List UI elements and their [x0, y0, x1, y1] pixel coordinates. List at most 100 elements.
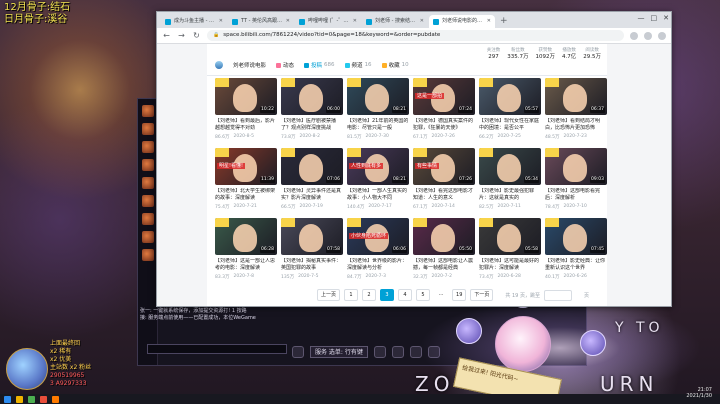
- video-card[interactable]: 这是一部拍 07:24 【刘老师】德国真实案件的犯罪，《狂暴的天使》 67.1万 202…: [413, 78, 475, 148]
- video-title[interactable]: 【刘老师】这部电影让人震撼，每一帧都是经典: [413, 258, 475, 272]
- close-window-icon[interactable]: ✕: [663, 14, 669, 22]
- video-thumbnail[interactable]: 有些事情 07:26: [413, 148, 475, 185]
- close-tab-icon[interactable]: ✕: [353, 15, 357, 28]
- menu-icon[interactable]: [658, 31, 666, 40]
- champion-slot-icon[interactable]: [142, 105, 154, 117]
- game-launcher-icon[interactable]: [40, 395, 47, 403]
- video-card[interactable]: 05:57 【刘老师】现代女性在家庭中的困境：是否公平 66.2万 2020-7-25: [479, 78, 541, 148]
- browser-tab[interactable]: 刘老师 - 搜索结果 - 哔哩哔哩... ✕: [362, 15, 428, 28]
- video-title[interactable]: 【刘老师】21年前的英国的电影：尽管只是一般: [347, 118, 409, 132]
- video-thumbnail[interactable]: 小伙身陷死循环 06:06: [347, 218, 409, 255]
- video-card[interactable]: 10:22 【刘老师】看到最后，影片越想越觉得不对劲 86.6万 2020-8-5: [215, 78, 277, 148]
- video-card[interactable]: 06:28 【刘老师】这是一部让人思考的电影：深度解读 83.3万 2020-7-8: [215, 218, 277, 288]
- page-button[interactable]: 2: [362, 289, 377, 301]
- close-tab-icon[interactable]: ✕: [286, 15, 290, 28]
- owner-name[interactable]: 刘老师说电影: [233, 61, 266, 69]
- video-card[interactable]: 05:50 【刘老师】这部电影让人震撼，每一帧都是经典 32.3万 2020-7-2: [413, 218, 475, 288]
- video-thumbnail[interactable]: 这是一部拍 07:24: [413, 78, 475, 115]
- douyu-icon[interactable]: [52, 395, 59, 403]
- game-chat-input[interactable]: [147, 344, 287, 354]
- new-tab-button[interactable]: +: [496, 15, 512, 28]
- video-card[interactable]: 07:45 【刘老师】影史经典：让你重新认识这个世界 40.1万 2020-6-26: [545, 218, 607, 288]
- video-thumbnail[interactable]: 05:50: [413, 218, 475, 255]
- video-card[interactable]: 明星!看懂! 11:39 【刘老师】北大学生被绑架的故事：深度解读 75.4万 2020…: [215, 148, 277, 218]
- reload-button[interactable]: ↻: [192, 31, 201, 40]
- page-button[interactable]: 4: [398, 289, 413, 301]
- video-thumbnail[interactable]: 明星!看懂! 11:39: [215, 148, 277, 185]
- start-icon[interactable]: [4, 395, 11, 403]
- champion-slot-icon[interactable]: [142, 159, 154, 171]
- edit-icon[interactable]: [292, 346, 304, 358]
- nav-favorites[interactable]: 收藏 10: [381, 61, 409, 69]
- video-thumbnail[interactable]: 05:58: [479, 218, 541, 255]
- video-title[interactable]: 【刘老师】一部人生真实的故事：小人物大不同: [347, 188, 409, 202]
- video-thumbnail[interactable]: 05:57: [479, 78, 541, 115]
- video-thumbnail[interactable]: 06:28: [215, 218, 277, 255]
- video-card[interactable]: 人性到底有多 08:21 【刘老师】一部人生真实的故事：小人物大不同 140.4万 20…: [347, 148, 409, 218]
- video-title[interactable]: 【刘老师】德国真实案件的犯罪，《狂暴的天使》: [413, 118, 475, 132]
- explorer-icon[interactable]: [16, 395, 23, 403]
- browser-tab-active[interactable]: 刘老师说电影的个人空间 - 哔哩... ✕: [429, 15, 495, 28]
- champion-slot-icon[interactable]: [142, 177, 154, 189]
- video-title[interactable]: 【刘老师】这可能是最好的犯罪片：深度解读: [479, 258, 541, 272]
- video-card[interactable]: 06:00 【刘老师】医疗剧被禁播了？观点别样深度挑战 73.8万 2020-8-2: [281, 78, 343, 148]
- video-card[interactable]: 08:21 【刘老师】21年前的英国的电影：尽管只是一般 81.5万 2020-7-3…: [347, 78, 409, 148]
- ready-button[interactable]: [391, 346, 404, 358]
- fire-icon[interactable]: [373, 346, 386, 358]
- nav-dynamic[interactable]: 动态: [276, 61, 294, 69]
- video-card[interactable]: 06:37 【刘老师】看到结局才明白，比恐怖片更加恐怖 48.5万 2020-7-23: [545, 78, 607, 148]
- video-title[interactable]: 【刘老师】这是一部让人思考的电影：深度解读: [215, 258, 277, 272]
- video-thumbnail[interactable]: 08:21: [347, 78, 409, 115]
- video-card[interactable]: 小伙身陷死循环 06:06 【刘老师】世界级的影片：深度解读与分析 84.7万 2020…: [347, 218, 409, 288]
- page-button[interactable]: 1: [344, 289, 359, 301]
- video-card[interactable]: 07:06 【刘老师】灵异事件还是真实？影片深度解读 66.5万 2020-7-19: [281, 148, 343, 218]
- chrome-icon[interactable]: [28, 395, 35, 403]
- champion-slot-icon[interactable]: [142, 195, 154, 207]
- video-title[interactable]: 【刘老师】医疗剧被禁播了？观点别样深度挑战: [281, 118, 343, 132]
- video-title[interactable]: 【刘老师】影史经典：让你重新认识这个世界: [545, 258, 607, 272]
- video-title[interactable]: 【刘老师】北大学生被绑架的故事：深度解读: [215, 188, 277, 202]
- nav-channels[interactable]: 频道 16: [344, 61, 372, 69]
- video-thumbnail[interactable]: 06:00: [281, 78, 343, 115]
- video-card[interactable]: 05:58 【刘老师】这可能是最好的犯罪片：深度解读 73.4万 2020-6-28: [479, 218, 541, 288]
- champion-slot-icon[interactable]: [142, 213, 154, 225]
- page-button[interactable]: 5: [416, 289, 431, 301]
- forward-button[interactable]: →: [177, 31, 186, 40]
- close-tab-icon[interactable]: ✕: [219, 15, 223, 28]
- profile-icon[interactable]: [644, 31, 652, 40]
- nav-videos[interactable]: 投稿 686: [304, 61, 335, 69]
- video-thumbnail[interactable]: 人性到底有多 08:21: [347, 148, 409, 185]
- video-title[interactable]: 【刘老师】这部电影看完后：深度解析: [545, 188, 607, 202]
- video-thumbnail[interactable]: 07:06: [281, 148, 343, 185]
- browser-tab[interactable]: 哔哩哔哩 (゜-゜)つロ 干杯~-bi... ✕: [295, 15, 361, 28]
- browser-tab[interactable]: TT - 英伦风高跟_按增新星图... ✕: [228, 15, 294, 28]
- owner-avatar[interactable]: [215, 61, 223, 69]
- champion-slot-icon[interactable]: [142, 141, 154, 153]
- back-button[interactable]: ←: [162, 31, 171, 40]
- page-button-current[interactable]: 3: [380, 289, 395, 301]
- video-title[interactable]: 【刘老师】影史最强犯罪片：这就是真实的: [479, 188, 541, 202]
- video-title[interactable]: 【刘老师】看到结局才明白，比恐怖片更加恐怖: [545, 118, 607, 132]
- video-thumbnail[interactable]: 07:58: [281, 218, 343, 255]
- browser-tab[interactable]: 成为斗鱼主播 - 斗鱼 ✕: [161, 15, 227, 28]
- video-title[interactable]: 【刘老师】看完这部电影才知道：人生的意义: [413, 188, 475, 202]
- video-card[interactable]: 07:58 【刘老师】揭秘真实事件：英国犯罪的故事 135万 2020-7-5: [281, 218, 343, 288]
- video-thumbnail[interactable]: 10:22: [215, 78, 277, 115]
- video-card[interactable]: 09:03 【刘老师】这部电影看完后：深度解析 78.4万 2020-7-10: [545, 148, 607, 218]
- close-tab-icon[interactable]: ✕: [487, 15, 491, 28]
- champion-slot-icon[interactable]: [142, 249, 154, 261]
- stat-followers[interactable]: 粉丝数 335.7万: [507, 47, 528, 61]
- jump-page-input[interactable]: [543, 289, 572, 301]
- mode-select[interactable]: 服务 选单: 行有键: [310, 346, 368, 358]
- prev-page-button[interactable]: 上一页: [317, 289, 341, 301]
- video-title[interactable]: 【刘老师】现代女性在家庭中的困境：是否公平: [479, 118, 541, 132]
- video-thumbnail[interactable]: 09:03: [545, 148, 607, 185]
- address-bar[interactable]: 🔒 space.bilibili.com/7861224/video?tid=0…: [207, 30, 624, 41]
- next-page-button[interactable]: 下一页: [470, 289, 494, 301]
- video-card[interactable]: 有些事情 07:26 【刘老师】看完这部电影才知道：人生的意义 67.1万 2020-7…: [413, 148, 475, 218]
- close-tab-icon[interactable]: ✕: [420, 15, 424, 28]
- video-thumbnail[interactable]: 05:34: [479, 148, 541, 185]
- video-title[interactable]: 【刘老师】看到最后，影片越想越觉得不对劲: [215, 118, 277, 132]
- stat-following[interactable]: 关注数 297: [487, 47, 501, 61]
- extension-icon[interactable]: [630, 31, 638, 40]
